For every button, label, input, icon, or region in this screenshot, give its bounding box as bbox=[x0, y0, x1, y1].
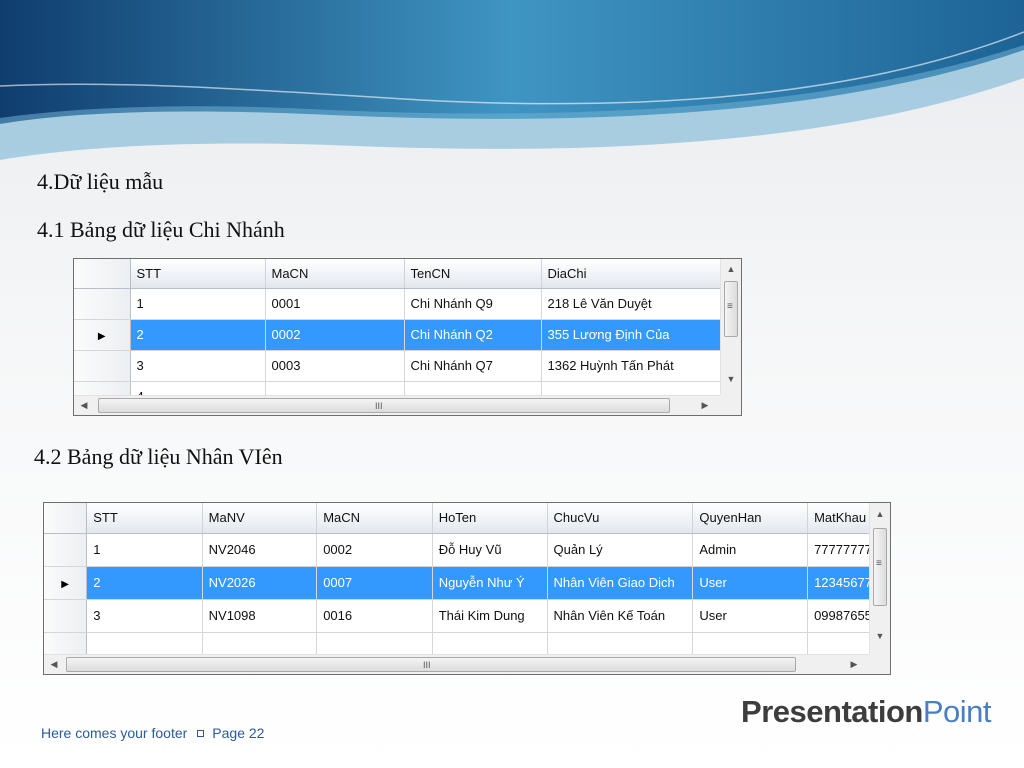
cell-quyenhan[interactable]: Admin bbox=[692, 533, 809, 567]
cell-macn[interactable]: 0007 bbox=[316, 566, 433, 600]
staff-table: STT MaNV MaCN HoTen ChucVu QuyenHan MatK… bbox=[44, 503, 890, 666]
thumb-grip: III bbox=[375, 401, 383, 411]
column-header-diachi[interactable]: DiaChi bbox=[541, 259, 724, 289]
logo-part-presentation: Presentation bbox=[741, 694, 923, 729]
table-row-selected[interactable]: ▶ 2 NV2026 0007 Nguyễn Như Ý Nhân Viên G… bbox=[44, 566, 890, 600]
cell-stt[interactable]: 2 bbox=[86, 566, 203, 600]
staff-table-heading: 4.2 Bảng dữ liệu Nhân VIên bbox=[34, 444, 283, 469]
cell-quyenhan[interactable]: User bbox=[692, 566, 809, 600]
row-header-current[interactable]: ▶ bbox=[74, 319, 131, 351]
column-header-manv[interactable]: MaNV bbox=[202, 503, 318, 534]
table-row[interactable]: 3 0003 Chi Nhánh Q7 1362 Huỳnh Tấn Phát bbox=[74, 350, 724, 382]
row-header[interactable] bbox=[44, 533, 88, 567]
row-header-corner bbox=[74, 259, 131, 289]
column-header-stt[interactable]: STT bbox=[130, 259, 266, 289]
cell-manv[interactable]: NV2046 bbox=[202, 533, 318, 567]
cell-stt[interactable]: 1 bbox=[130, 288, 266, 320]
scrollbar-corner bbox=[869, 654, 890, 674]
cell-tencn[interactable]: Chi Nhánh Q2 bbox=[404, 319, 542, 351]
horizontal-scroll-thumb[interactable]: III bbox=[66, 657, 796, 672]
cell-diachi[interactable]: 218 Lê Văn Duyệt bbox=[541, 288, 724, 320]
thumb-grip-icon: ≡ bbox=[727, 301, 733, 312]
column-header-chucvu[interactable]: ChucVu bbox=[547, 503, 694, 534]
branch-table-heading: 4.1 Bảng dữ liệu Chi Nhánh bbox=[37, 217, 285, 242]
scroll-down-icon[interactable]: ▼ bbox=[872, 628, 888, 644]
cell-hoten[interactable]: Đỗ Huy Vũ bbox=[432, 533, 548, 567]
current-row-arrow-icon: ▶ bbox=[97, 331, 106, 342]
cell-hoten[interactable]: Nguyễn Như Ý bbox=[432, 566, 548, 600]
header-row: STT MaNV MaCN HoTen ChucVu QuyenHan MatK… bbox=[44, 503, 890, 534]
cell-macn[interactable]: 0016 bbox=[316, 599, 433, 633]
table-row-selected[interactable]: ▶ 2 0002 Chi Nhánh Q2 355 Lương Định Của bbox=[74, 319, 724, 351]
scroll-right-icon[interactable]: ▶ bbox=[847, 656, 861, 672]
scroll-left-icon[interactable]: ◀ bbox=[77, 397, 91, 413]
scroll-down-icon[interactable]: ▼ bbox=[723, 371, 739, 387]
cell-stt[interactable]: 2 bbox=[130, 319, 266, 351]
cell-hoten[interactable]: Thái Kim Dung bbox=[432, 599, 548, 633]
scroll-right-icon[interactable]: ▶ bbox=[698, 397, 712, 413]
thumb-grip-icon: ≡ bbox=[876, 558, 882, 569]
footer-text: Here comes your footer bbox=[41, 725, 188, 741]
cell-chucvu[interactable]: Nhân Viên Kế Toán bbox=[547, 599, 694, 633]
logo-part-point: Point bbox=[922, 694, 992, 729]
staff-data-grid[interactable]: STT MaNV MaCN HoTen ChucVu QuyenHan MatK… bbox=[43, 502, 891, 675]
cell-macn[interactable]: 0002 bbox=[316, 533, 433, 567]
vertical-scrollbar[interactable]: ▲ ≡ ▼ bbox=[869, 503, 890, 654]
cell-macn[interactable]: 0001 bbox=[265, 288, 405, 320]
cell-stt[interactable]: 1 bbox=[86, 533, 203, 567]
branch-data-grid[interactable]: STT MaCN TenCN DiaChi 1 0001 Chi Nhánh Q… bbox=[73, 258, 742, 416]
vertical-scroll-thumb[interactable]: ≡ bbox=[724, 281, 738, 337]
thumb-grip: III bbox=[423, 660, 431, 670]
cell-stt[interactable]: 3 bbox=[130, 350, 266, 382]
header-row: STT MaCN TenCN DiaChi bbox=[74, 259, 724, 289]
page-number: Page 22 bbox=[212, 725, 265, 741]
row-header[interactable] bbox=[44, 599, 88, 633]
column-header-macn[interactable]: MaCN bbox=[316, 503, 433, 534]
cell-tencn[interactable]: Chi Nhánh Q9 bbox=[404, 288, 542, 320]
column-header-hoten[interactable]: HoTen bbox=[432, 503, 548, 534]
row-header[interactable] bbox=[74, 288, 131, 320]
branch-table: STT MaCN TenCN DiaChi 1 0001 Chi Nhánh Q… bbox=[74, 259, 724, 413]
column-header-quyenhan[interactable]: QuyenHan bbox=[692, 503, 809, 534]
row-header-corner bbox=[44, 503, 88, 534]
scroll-up-icon[interactable]: ▲ bbox=[872, 506, 888, 522]
footer: Here comes your footer Page 22 bbox=[41, 725, 264, 741]
vertical-scroll-thumb[interactable]: ≡ bbox=[873, 528, 887, 606]
horizontal-scrollbar[interactable]: ◀ III ▶ bbox=[74, 395, 720, 415]
cell-chucvu[interactable]: Quản Lý bbox=[547, 533, 694, 567]
cell-macn[interactable]: 0002 bbox=[265, 319, 405, 351]
row-header-current[interactable]: ▶ bbox=[44, 566, 88, 600]
cell-chucvu[interactable]: Nhân Viên Giao Dịch bbox=[547, 566, 694, 600]
cell-quyenhan[interactable]: User bbox=[692, 599, 809, 633]
table-row[interactable]: 1 NV2046 0002 Đỗ Huy Vũ Quản Lý Admin 77… bbox=[44, 533, 890, 567]
column-header-macn[interactable]: MaCN bbox=[265, 259, 405, 289]
cell-tencn[interactable]: Chi Nhánh Q7 bbox=[404, 350, 542, 382]
scroll-up-icon[interactable]: ▲ bbox=[723, 261, 739, 277]
cell-diachi[interactable]: 355 Lương Định Của bbox=[541, 319, 724, 351]
scrollbar-corner bbox=[720, 395, 741, 415]
column-header-stt[interactable]: STT bbox=[86, 503, 203, 534]
cell-stt[interactable]: 3 bbox=[86, 599, 203, 633]
presentationpoint-logo: PresentationPoint bbox=[741, 694, 991, 730]
vertical-scrollbar[interactable]: ▲ ≡ ▼ bbox=[720, 259, 741, 395]
table-row[interactable]: 3 NV1098 0016 Thái Kim Dung Nhân Viên Kế… bbox=[44, 599, 890, 633]
footer-separator-icon bbox=[197, 729, 205, 737]
scroll-left-icon[interactable]: ◀ bbox=[47, 656, 61, 672]
column-header-tencn[interactable]: TenCN bbox=[404, 259, 542, 289]
cell-macn[interactable]: 0003 bbox=[265, 350, 405, 382]
horizontal-scrollbar[interactable]: ◀ III ▶ bbox=[44, 654, 869, 674]
row-header[interactable] bbox=[74, 350, 131, 382]
section-heading: 4.Dữ liệu mẫu bbox=[37, 169, 164, 194]
cell-manv[interactable]: NV1098 bbox=[202, 599, 318, 633]
cell-manv[interactable]: NV2026 bbox=[202, 566, 318, 600]
current-row-arrow-icon: ▶ bbox=[61, 579, 69, 590]
cell-diachi[interactable]: 1362 Huỳnh Tấn Phát bbox=[541, 350, 724, 382]
horizontal-scroll-thumb[interactable]: III bbox=[98, 398, 670, 413]
table-row[interactable]: 1 0001 Chi Nhánh Q9 218 Lê Văn Duyệt bbox=[74, 288, 724, 320]
